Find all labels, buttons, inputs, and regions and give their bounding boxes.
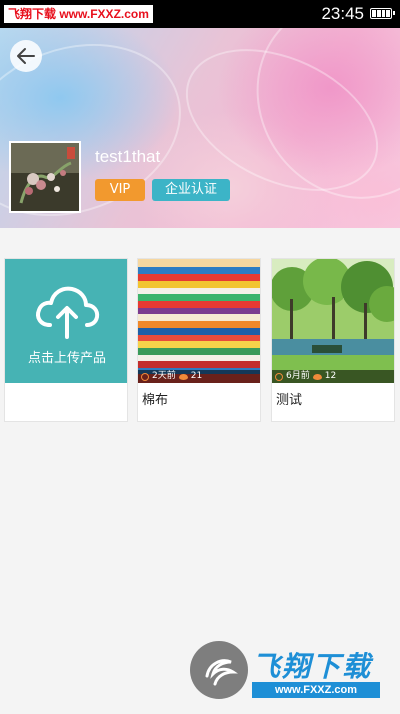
eye-icon	[312, 373, 322, 380]
vip-badge: VIP	[95, 179, 145, 201]
back-button[interactable]	[10, 40, 42, 72]
watermark-logo-icon	[190, 641, 248, 699]
avatar-image	[11, 143, 79, 211]
watermark-url: www.FXXZ.com	[252, 682, 380, 698]
status-clock: 23:45	[321, 4, 364, 23]
product-title: 测试	[276, 393, 303, 408]
upload-product-card[interactable]: 点击上传产品	[4, 258, 128, 422]
clock-icon	[141, 372, 149, 381]
upload-area[interactable]: 点击上传产品	[5, 259, 127, 383]
striped-fabric-image	[138, 259, 260, 383]
product-meta: 6月前 12	[272, 370, 394, 383]
eye-icon	[178, 373, 188, 380]
view-count: 12	[324, 371, 337, 381]
upload-label: 点击上传产品	[27, 351, 106, 366]
avatar[interactable]	[9, 141, 81, 213]
status-bar: 飞翔下载 www.FXXZ.com 23:45	[0, 0, 400, 28]
profile-header: test1that VIP 企业认证	[0, 28, 400, 228]
clock-icon	[275, 372, 283, 381]
view-count: 21	[190, 371, 203, 381]
top-watermark: 飞翔下载 www.FXXZ.com	[4, 5, 153, 23]
product-title: 棉布	[142, 393, 169, 408]
watermark-swirl-icon	[205, 659, 238, 686]
product-meta: 2天前 21	[138, 370, 260, 383]
park-landscape-image	[272, 259, 394, 383]
bottom-watermark: 飞翔下载 www.FXXZ.com	[190, 641, 385, 701]
watermark-brand: 飞翔下载	[252, 650, 373, 683]
product-card[interactable]: 2天前 21 棉布	[137, 258, 261, 422]
product-card[interactable]: 6月前 12 测试	[271, 258, 395, 422]
product-image: 2天前 21	[138, 259, 260, 383]
back-arrow-icon	[17, 48, 35, 64]
username: test1that	[95, 147, 161, 166]
product-image: 6月前 12	[272, 259, 394, 383]
cloud-upload-icon	[36, 286, 100, 339]
enterprise-cert-badge: 企业认证	[152, 179, 230, 201]
battery-icon	[370, 8, 395, 19]
time-ago: 6月前	[286, 371, 310, 381]
time-ago: 2天前	[152, 371, 176, 381]
product-grid: 点击上传产品 2天前 21 棉布 6月前 12 测试	[4, 258, 396, 422]
